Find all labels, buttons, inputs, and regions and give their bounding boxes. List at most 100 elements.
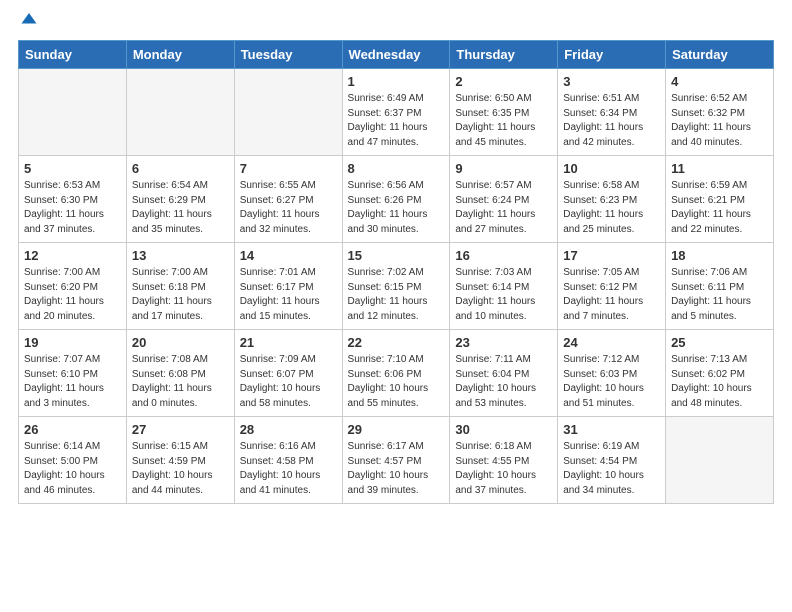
day-info: Sunrise: 7:03 AM Sunset: 6:14 PM Dayligh… [455, 266, 552, 324]
day-number: 17 [563, 248, 660, 263]
day-number: 20 [132, 335, 229, 350]
calendar-cell: 23Sunrise: 7:11 AM Sunset: 6:04 PM Dayli… [450, 330, 558, 417]
day-number: 16 [455, 248, 552, 263]
weekday-header-tuesday: Tuesday [234, 41, 342, 69]
day-number: 4 [671, 74, 768, 89]
day-number: 12 [24, 248, 121, 263]
day-info: Sunrise: 6:59 AM Sunset: 6:21 PM Dayligh… [671, 179, 768, 237]
day-number: 13 [132, 248, 229, 263]
day-number: 10 [563, 161, 660, 176]
week-row-1: 1 Sunrise: 6:49 AM Sunset: 6:37 PM Daylig… [19, 69, 774, 156]
calendar-cell: 18 Sunrise: 7:06 AM Sunset: 6:11 PM Dayli… [666, 243, 774, 330]
calendar-cell: 20 Sunrise: 7:08 AM Sunset: 6:08 PM Dayli… [126, 330, 234, 417]
day-number: 14 [240, 248, 337, 263]
day-info: Sunrise: 6:19 AM Sunset: 4:54 PM Dayligh… [563, 440, 660, 498]
calendar-cell: 4Sunrise: 6:52 AM Sunset: 6:32 PM Daylig… [666, 69, 774, 156]
weekday-header-sunday: Sunday [19, 41, 127, 69]
day-info: Sunrise: 6:57 AM Sunset: 6:24 PM Dayligh… [455, 179, 552, 237]
day-number: 1 [348, 74, 445, 89]
day-info: Sunrise: 6:49 AM Sunset: 6:37 PM Dayligh… [348, 92, 445, 150]
day-number: 27 [132, 422, 229, 437]
week-row-2: 5Sunrise: 6:53 AM Sunset: 6:30 PM Daylig… [19, 156, 774, 243]
day-number: 15 [348, 248, 445, 263]
calendar-cell: 30 Sunrise: 6:18 AM Sunset: 4:55 PM Dayli… [450, 417, 558, 504]
calendar-cell: 21 Sunrise: 7:09 AM Sunset: 6:07 PM Dayli… [234, 330, 342, 417]
calendar-cell: 28 Sunrise: 6:16 AM Sunset: 4:58 PM Dayli… [234, 417, 342, 504]
day-number: 26 [24, 422, 121, 437]
weekday-header-monday: Monday [126, 41, 234, 69]
calendar-cell: 16 Sunrise: 7:03 AM Sunset: 6:14 PM Dayli… [450, 243, 558, 330]
day-info: Sunrise: 6:15 AM Sunset: 4:59 PM Dayligh… [132, 440, 229, 498]
week-row-3: 12 Sunrise: 7:00 AM Sunset: 6:20 PM Dayli… [19, 243, 774, 330]
day-number: 9 [455, 161, 552, 176]
calendar-cell: 19 Sunrise: 7:07 AM Sunset: 6:10 PM Dayli… [19, 330, 127, 417]
calendar-cell: 14 Sunrise: 7:01 AM Sunset: 6:17 PM Dayli… [234, 243, 342, 330]
day-number: 30 [455, 422, 552, 437]
day-number: 19 [24, 335, 121, 350]
day-info: Sunrise: 7:07 AM Sunset: 6:10 PM Dayligh… [24, 353, 121, 411]
calendar-cell: 24 Sunrise: 7:12 AM Sunset: 6:03 PM Dayli… [558, 330, 666, 417]
day-number: 29 [348, 422, 445, 437]
day-info: Sunrise: 6:16 AM Sunset: 4:58 PM Dayligh… [240, 440, 337, 498]
calendar-cell: 22 Sunrise: 7:10 AM Sunset: 6:06 PM Dayli… [342, 330, 450, 417]
weekday-header-wednesday: Wednesday [342, 41, 450, 69]
calendar-cell: 26 Sunrise: 6:14 AM Sunset: 5:00 PM Dayli… [19, 417, 127, 504]
week-row-4: 19 Sunrise: 7:07 AM Sunset: 6:10 PM Dayli… [19, 330, 774, 417]
day-number: 24 [563, 335, 660, 350]
day-info: Sunrise: 7:09 AM Sunset: 6:07 PM Dayligh… [240, 353, 337, 411]
calendar-cell: 31 Sunrise: 6:19 AM Sunset: 4:54 PM Dayli… [558, 417, 666, 504]
day-info: Sunrise: 7:00 AM Sunset: 6:18 PM Dayligh… [132, 266, 229, 324]
day-info: Sunrise: 7:10 AM Sunset: 6:06 PM Dayligh… [348, 353, 445, 411]
calendar-cell: 6Sunrise: 6:54 AM Sunset: 6:29 PM Daylig… [126, 156, 234, 243]
calendar-cell: 11Sunrise: 6:59 AM Sunset: 6:21 PM Dayli… [666, 156, 774, 243]
calendar-cell: 12 Sunrise: 7:00 AM Sunset: 6:20 PM Dayli… [19, 243, 127, 330]
calendar-cell [666, 417, 774, 504]
day-number: 6 [132, 161, 229, 176]
day-info: Sunrise: 7:13 AM Sunset: 6:02 PM Dayligh… [671, 353, 768, 411]
day-info: Sunrise: 7:06 AM Sunset: 6:11 PM Dayligh… [671, 266, 768, 324]
day-number: 2 [455, 74, 552, 89]
calendar-cell: 1 Sunrise: 6:49 AM Sunset: 6:37 PM Daylig… [342, 69, 450, 156]
day-info: Sunrise: 7:05 AM Sunset: 6:12 PM Dayligh… [563, 266, 660, 324]
day-info: Sunrise: 7:12 AM Sunset: 6:03 PM Dayligh… [563, 353, 660, 411]
day-number: 22 [348, 335, 445, 350]
day-info: Sunrise: 6:58 AM Sunset: 6:23 PM Dayligh… [563, 179, 660, 237]
calendar-cell: 10 Sunrise: 6:58 AM Sunset: 6:23 PM Dayli… [558, 156, 666, 243]
logo-icon [20, 10, 38, 28]
calendar-cell: 15 Sunrise: 7:02 AM Sunset: 6:15 PM Dayli… [342, 243, 450, 330]
calendar-cell [19, 69, 127, 156]
calendar-cell: 13 Sunrise: 7:00 AM Sunset: 6:18 PM Dayli… [126, 243, 234, 330]
day-info: Sunrise: 6:17 AM Sunset: 4:57 PM Dayligh… [348, 440, 445, 498]
day-number: 31 [563, 422, 660, 437]
calendar-cell: 25 Sunrise: 7:13 AM Sunset: 6:02 PM Dayli… [666, 330, 774, 417]
day-info: Sunrise: 7:00 AM Sunset: 6:20 PM Dayligh… [24, 266, 121, 324]
weekday-header-friday: Friday [558, 41, 666, 69]
week-row-5: 26 Sunrise: 6:14 AM Sunset: 5:00 PM Dayli… [19, 417, 774, 504]
page: SundayMondayTuesdayWednesdayThursdayFrid… [0, 0, 792, 514]
weekday-header-thursday: Thursday [450, 41, 558, 69]
calendar-table: SundayMondayTuesdayWednesdayThursdayFrid… [18, 40, 774, 504]
day-number: 23 [455, 335, 552, 350]
day-info: Sunrise: 7:08 AM Sunset: 6:08 PM Dayligh… [132, 353, 229, 411]
calendar-cell: 9 Sunrise: 6:57 AM Sunset: 6:24 PM Daylig… [450, 156, 558, 243]
day-info: Sunrise: 6:50 AM Sunset: 6:35 PM Dayligh… [455, 92, 552, 150]
day-number: 5 [24, 161, 121, 176]
day-number: 18 [671, 248, 768, 263]
day-number: 28 [240, 422, 337, 437]
calendar-cell: 29 Sunrise: 6:17 AM Sunset: 4:57 PM Dayli… [342, 417, 450, 504]
day-info: Sunrise: 6:14 AM Sunset: 5:00 PM Dayligh… [24, 440, 121, 498]
day-number: 25 [671, 335, 768, 350]
logo [18, 18, 38, 28]
calendar-cell: 27 Sunrise: 6:15 AM Sunset: 4:59 PM Dayli… [126, 417, 234, 504]
calendar-cell [126, 69, 234, 156]
day-info: Sunrise: 7:01 AM Sunset: 6:17 PM Dayligh… [240, 266, 337, 324]
day-info: Sunrise: 6:55 AM Sunset: 6:27 PM Dayligh… [240, 179, 337, 237]
day-info: Sunrise: 6:51 AM Sunset: 6:34 PM Dayligh… [563, 92, 660, 150]
day-info: Sunrise: 7:02 AM Sunset: 6:15 PM Dayligh… [348, 266, 445, 324]
calendar-cell: 2 Sunrise: 6:50 AM Sunset: 6:35 PM Daylig… [450, 69, 558, 156]
calendar-cell: 3Sunrise: 6:51 AM Sunset: 6:34 PM Daylig… [558, 69, 666, 156]
day-number: 21 [240, 335, 337, 350]
weekday-header-row: SundayMondayTuesdayWednesdayThursdayFrid… [19, 41, 774, 69]
day-info: Sunrise: 6:18 AM Sunset: 4:55 PM Dayligh… [455, 440, 552, 498]
day-info: Sunrise: 6:56 AM Sunset: 6:26 PM Dayligh… [348, 179, 445, 237]
